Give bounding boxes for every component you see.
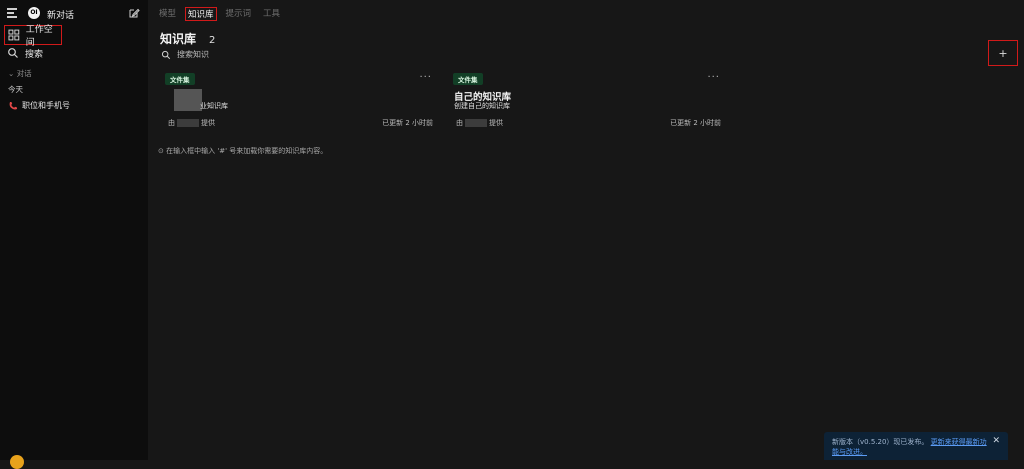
chevron-down-icon: ⌄ bbox=[8, 69, 15, 78]
card-author: 由提供 bbox=[456, 119, 503, 127]
sidebar-item-workspace[interactable]: 工作空间 bbox=[4, 25, 62, 48]
chat-list-item[interactable]: 职位和手机号 bbox=[8, 100, 70, 111]
item-count: 2 bbox=[209, 35, 216, 46]
tab-knowledge[interactable]: 知识库 bbox=[185, 7, 217, 21]
search-input[interactable]: 搜索知识 bbox=[177, 49, 209, 60]
edit-icon[interactable] bbox=[128, 7, 140, 19]
phone-icon bbox=[9, 101, 17, 110]
page-header: 知识库 2 bbox=[160, 30, 215, 47]
main-panel: 模型 知识库 提示词 工具 知识库 2 搜索知识 + 文件集 ··· 业知识库 … bbox=[148, 0, 1024, 460]
knowledge-card[interactable]: 文件集 ··· 自己的知识库 创建自己的知识库 由提供 已更新 2 小时前 bbox=[448, 72, 736, 132]
chat-group-label: 对话 bbox=[16, 69, 32, 78]
knowledge-card[interactable]: 文件集 ··· 业知识库 由提供 已更新 2 小时前 bbox=[160, 72, 448, 132]
knowledge-search[interactable]: 搜索知识 bbox=[161, 49, 209, 60]
tab-models[interactable]: 模型 bbox=[158, 7, 177, 21]
new-chat-label[interactable]: 新对话 bbox=[47, 8, 74, 21]
more-options-icon[interactable]: ··· bbox=[419, 72, 432, 83]
sidebar-item-label: 搜索 bbox=[25, 49, 44, 60]
page-title: 知识库 bbox=[160, 32, 197, 46]
info-icon: ⊙ bbox=[158, 147, 164, 155]
grid-icon bbox=[8, 29, 20, 41]
collection-badge: 文件集 bbox=[453, 73, 483, 85]
logo: OI bbox=[28, 7, 40, 19]
redacted-block bbox=[177, 119, 199, 127]
sidebar-item-search[interactable]: 搜索 bbox=[4, 44, 43, 62]
add-knowledge-button[interactable]: + bbox=[988, 40, 1018, 66]
chat-group-toggle[interactable]: ⌄ 对话 bbox=[8, 68, 32, 79]
card-updated: 已更新 2 小时前 bbox=[382, 119, 433, 127]
search-icon bbox=[161, 50, 171, 59]
sidebar-header: OI 新对话 bbox=[0, 0, 148, 28]
toast-message: 新版本（v0.5.20）现已发布。 更新来获得最新功能与改进。 bbox=[832, 438, 987, 456]
redacted-block bbox=[465, 119, 487, 127]
workspace-tabs: 模型 知识库 提示词 工具 bbox=[158, 7, 291, 21]
menu-icon[interactable] bbox=[7, 8, 17, 18]
chat-title: 职位和手机号 bbox=[22, 101, 70, 110]
date-group-label: 今天 bbox=[8, 85, 23, 94]
update-toast: 新版本（v0.5.20）现已发布。 更新来获得最新功能与改进。 ✕ bbox=[824, 432, 1008, 460]
card-author: 由提供 bbox=[168, 119, 215, 127]
card-updated: 已更新 2 小时前 bbox=[670, 119, 721, 127]
more-options-icon[interactable]: ··· bbox=[707, 72, 720, 83]
tab-tools[interactable]: 工具 bbox=[262, 7, 281, 21]
tab-prompts[interactable]: 提示词 bbox=[225, 7, 253, 21]
hint-text: ⊙ 在输入框中输入 '#' 号来加载你需要的知识库内容。 bbox=[158, 147, 328, 155]
card-description: 业知识库 bbox=[200, 102, 228, 110]
collection-badge: 文件集 bbox=[165, 73, 195, 85]
redacted-block bbox=[174, 89, 202, 111]
avatar[interactable] bbox=[10, 455, 24, 469]
sidebar: OI 新对话 工作空间 搜索 ⌄ 对话 今天 职位和手机号 bbox=[0, 0, 148, 469]
search-icon bbox=[8, 48, 18, 58]
card-description: 创建自己的知识库 bbox=[454, 102, 510, 110]
close-icon[interactable]: ✕ bbox=[992, 436, 1000, 446]
